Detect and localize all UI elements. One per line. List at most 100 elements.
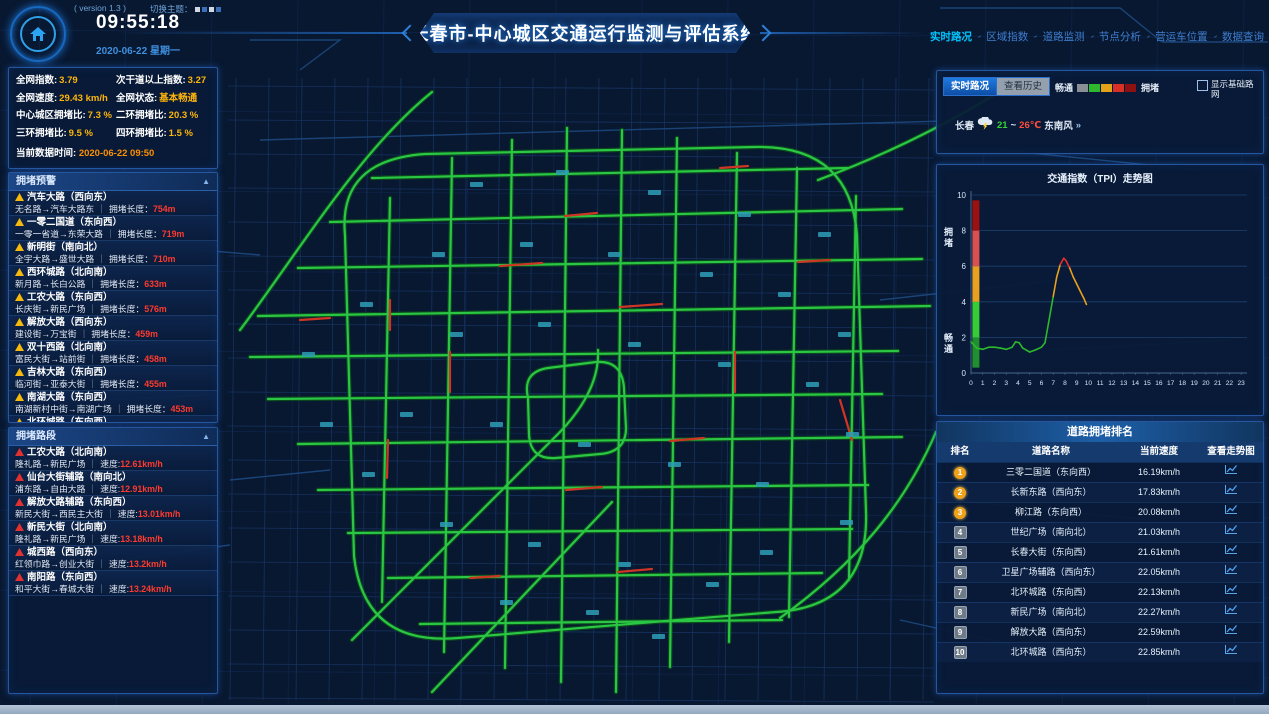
list-item[interactable]: 解放大路辅路（东向西）新民大街→西民主大街｜速度:13.01km/h: [9, 496, 217, 521]
list-item-road: 工农大路（东向西）: [15, 293, 211, 304]
collapse-icon[interactable]: ▲: [202, 428, 210, 445]
table-row[interactable]: 6 卫星广场辅路（西向东） 22.05km/h: [937, 562, 1263, 582]
nav-item-1[interactable]: 区域指数: [986, 29, 1028, 44]
list-item[interactable]: 新民大街（北向南）隆礼路→新民广场｜速度:13.18km/h: [9, 521, 217, 546]
svg-text:6: 6: [1040, 380, 1044, 387]
list-item-detail: 南湖新村中街→南湖广场｜拥堵长度：453m: [15, 404, 211, 415]
list-item-detail: 一零一省道→东荣大路｜拥堵长度：719m: [15, 229, 211, 240]
table-row[interactable]: 7 北环城路（东向西） 22.13km/h: [937, 582, 1263, 602]
theme-swatch-dark2[interactable]: [216, 7, 221, 12]
road-name: 世纪广场（南向北）: [983, 523, 1119, 542]
banner-line-right: [760, 32, 925, 34]
warning-triangle-icon: [15, 393, 24, 401]
trend-chart-icon[interactable]: [1199, 623, 1263, 642]
trend-chart-icon[interactable]: [1199, 463, 1263, 482]
svg-text:8: 8: [1063, 380, 1067, 387]
road-name: 北环城路（西向东）: [983, 643, 1119, 662]
svg-text:21: 21: [1214, 380, 1222, 387]
list-item[interactable]: 北环城路（东向西）北人民大街→北凯旋路｜拥堵长度：436m: [9, 416, 217, 422]
table-row[interactable]: 4 世纪广场（南向北） 21.03km/h: [937, 522, 1263, 542]
warning-triangle-icon: [15, 418, 24, 422]
stat-value: 3.79: [59, 75, 78, 86]
trend-chart-icon[interactable]: [1199, 503, 1263, 522]
table-row[interactable]: 9 解放大路（西向东） 22.59km/h: [937, 622, 1263, 642]
trend-chart-icon[interactable]: [1199, 643, 1263, 662]
stat-item: 中心城区拥堵比:7.3 %: [16, 111, 114, 122]
trend-chart-icon[interactable]: [1199, 583, 1263, 602]
road-name: 三零二国道（东向西）: [983, 463, 1119, 482]
list-item-road: 汽车大路（西向东）: [15, 193, 211, 204]
legend-color-block: [1113, 84, 1124, 92]
stat-label: 中心城区拥堵比:: [16, 110, 86, 121]
table-row[interactable]: 8 新民广场（南向北） 22.27km/h: [937, 602, 1263, 622]
nav-separator: [1091, 35, 1094, 38]
theme-swatch-light[interactable]: [195, 7, 200, 12]
list-item-detail: 全宇大路→盛世大路｜拥堵长度：710m: [15, 254, 211, 265]
list-item[interactable]: 南湖大路（东向西）南湖新村中街→南湖广场｜拥堵长度：453m: [9, 391, 217, 416]
warning-triangle-icon: [15, 318, 24, 326]
trend-chart-icon[interactable]: [1199, 543, 1263, 562]
road-speed: 16.19km/h: [1119, 463, 1199, 482]
list-item[interactable]: 新明街（南向北）全宇大路→盛世大路｜拥堵长度：710m: [9, 241, 217, 266]
nav-item-3[interactable]: 节点分析: [1099, 29, 1141, 44]
svg-text:19: 19: [1190, 380, 1198, 387]
stat-value: 20.3 %: [169, 110, 199, 121]
road-speed: 22.59km/h: [1119, 623, 1199, 642]
table-row[interactable]: 1 三零二国道（东向西） 16.19km/h: [937, 462, 1263, 482]
yaxis-label-clear: 畅通: [944, 333, 955, 355]
svg-text:0: 0: [962, 369, 967, 378]
table-row[interactable]: 2 长新东路（西向东） 17.83km/h: [937, 482, 1263, 502]
list-item[interactable]: 西环城路（北向南）新月路→长白公路｜拥堵长度：633m: [9, 266, 217, 291]
legend-color-block: [1089, 84, 1100, 92]
trend-chart-icon[interactable]: [1199, 523, 1263, 542]
legend-color-block: [1077, 84, 1088, 92]
nav-item-2[interactable]: 道路监测: [1043, 29, 1085, 44]
theme-swatch-dark[interactable]: [202, 7, 207, 12]
warning-triangle-icon: [15, 473, 24, 481]
trend-chart-icon[interactable]: [1199, 563, 1263, 582]
list-item[interactable]: 吉林大路（东向西）临河街→亚泰大街｜拥堵长度：455m: [9, 366, 217, 391]
list-item-road: 一零二国道（东向西）: [15, 218, 211, 229]
nav-item-5[interactable]: 数据查询: [1222, 29, 1264, 44]
road-speed: 17.83km/h: [1119, 483, 1199, 502]
home-button[interactable]: [10, 6, 66, 62]
list-item[interactable]: 一零二国道（东向西）一零一省道→东荣大路｜拥堵长度：719m: [9, 216, 217, 241]
list-item[interactable]: 双十西路（北向南）富民大街→站前街｜拥堵长度：458m: [9, 341, 217, 366]
list-item[interactable]: 工农大路（北向南）隆礼路→新民广场｜速度:12.61km/h: [9, 446, 217, 471]
weather-city: 长春: [955, 118, 974, 132]
stat-value: 3.27: [188, 75, 207, 86]
tab-history[interactable]: 查看历史: [997, 77, 1050, 96]
header-trend: 查看走势图: [1199, 442, 1263, 462]
nav-item-0[interactable]: 实时路况: [930, 29, 972, 44]
list-item[interactable]: 仙台大街辅路（南向北）浦东路→自由大路｜速度:12.91km/h: [9, 471, 217, 496]
list-item-detail: 浦东路→自由大路｜速度:12.91km/h: [15, 484, 211, 495]
tab-realtime[interactable]: 实时路况: [943, 77, 997, 96]
basemap-toggle-row: 显示基础路网: [1197, 79, 1257, 99]
basemap-checkbox[interactable]: [1197, 80, 1208, 91]
theme-swatch-light2[interactable]: [209, 7, 214, 12]
svg-text:4: 4: [1016, 380, 1020, 387]
list-item-value: 719m: [162, 229, 185, 239]
stat-label: 全网速度:: [16, 93, 57, 104]
stats-grid: 全网指数:3.79次干道以上指数:3.27全网速度:29.43 km/h全网状态…: [9, 68, 217, 142]
nav-item-4[interactable]: 营运车位置: [1155, 29, 1208, 44]
trend-chart-icon[interactable]: [1199, 603, 1263, 622]
list-item-value: 459m: [135, 329, 158, 339]
list-item-detail: 隆礼路→新民广场｜速度:12.61km/h: [15, 459, 211, 470]
table-row[interactable]: 10 北环城路（西向东） 22.85km/h: [937, 642, 1263, 662]
list-item[interactable]: 解放大路（西向东）建设街→万宝街｜拥堵长度：459m: [9, 316, 217, 341]
list-item[interactable]: 南阳路（东向西）和平大街→春城大街｜速度:13.24km/h: [9, 571, 217, 596]
list-item[interactable]: 城西路（西向东）红领巾路→创业大街｜速度:13.2km/h: [9, 546, 217, 571]
tpi-chart-panel: 交通指数（TPI）走势图 拥堵 畅通 024681001234567891011…: [936, 164, 1264, 416]
rank-badge: 10: [954, 646, 967, 659]
road-speed: 22.05km/h: [1119, 563, 1199, 582]
trend-chart-icon[interactable]: [1199, 483, 1263, 502]
table-row[interactable]: 5 长春大街（东向西） 21.61km/h: [937, 542, 1263, 562]
weather-more-link[interactable]: »: [1076, 120, 1081, 131]
road-speed: 21.03km/h: [1119, 523, 1199, 542]
list-item[interactable]: 汽车大路（西向东）无名路→汽车大路东｜拥堵长度：754m: [9, 191, 217, 216]
collapse-icon[interactable]: ▲: [202, 173, 210, 190]
list-item-value: 13.18km/h: [120, 534, 163, 544]
table-row[interactable]: 3 柳江路（东向西） 20.08km/h: [937, 502, 1263, 522]
list-item[interactable]: 工农大路（东向西）长庆街→新民广场｜拥堵长度：576m: [9, 291, 217, 316]
